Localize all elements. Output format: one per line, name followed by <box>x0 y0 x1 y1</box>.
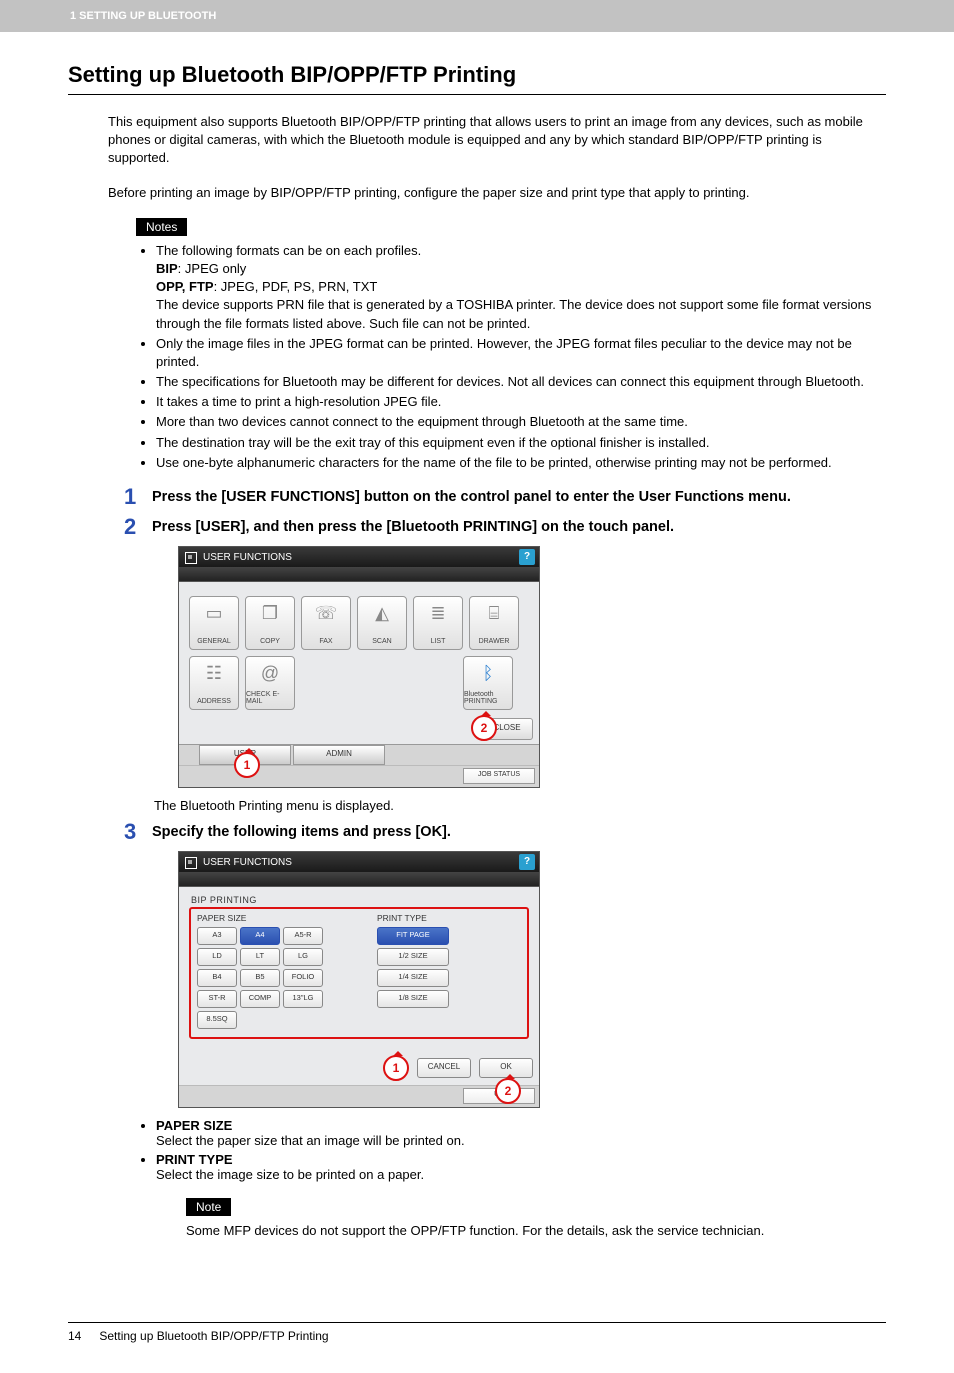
step-1: 1 Press the [USER FUNCTIONS] button on t… <box>124 486 886 508</box>
paper-size-85sq[interactable]: 8.5SQ <box>197 1011 237 1029</box>
printer-icon <box>185 552 197 564</box>
paper-size-comp[interactable]: COMP <box>240 990 280 1008</box>
note-1-line4: The device supports PRN file that is gen… <box>156 297 871 330</box>
print-type-fitpage[interactable]: FIT PAGE <box>377 927 449 945</box>
print-type-12size[interactable]: 1/2 SIZE <box>377 948 449 966</box>
callout-2: 2 <box>471 715 497 741</box>
paper-size-lg[interactable]: LG <box>283 948 323 966</box>
user-tab[interactable]: USER 1 <box>199 745 291 765</box>
bip-printing-label: BIP PRINTING <box>191 895 531 905</box>
step-3: 3 Specify the following items and press … <box>124 821 886 843</box>
print-type-desc: Select the image size to be printed on a… <box>156 1167 424 1182</box>
user-functions-panel-2: USER FUNCTIONS ? BIP PRINTING PAPER SIZE… <box>178 851 540 1108</box>
intro-paragraph-1: This equipment also supports Bluetooth B… <box>108 113 886 168</box>
panel1-titlebar: USER FUNCTIONS ? <box>179 547 539 567</box>
print-type-18size[interactable]: 1/8 SIZE <box>377 990 449 1008</box>
check-email-button[interactable]: @CHECK E-MAIL <box>245 656 295 710</box>
paper-size-str[interactable]: ST-R <box>197 990 237 1008</box>
note-body: Some MFP devices do not support the OPP/… <box>186 1222 886 1240</box>
note-5: More than two devices cannot connect to … <box>156 413 886 431</box>
note-2: Only the image files in the JPEG format … <box>156 335 886 371</box>
print-type-label: PRINT TYPE <box>377 913 477 923</box>
page-title: Setting up Bluetooth BIP/OPP/FTP Printin… <box>68 62 886 95</box>
help-icon[interactable]: ? <box>519 549 535 565</box>
panel1-title: USER FUNCTIONS <box>203 552 292 563</box>
page-footer: 14 Setting up Bluetooth BIP/OPP/FTP Prin… <box>0 1329 954 1373</box>
footer-title: Setting up Bluetooth BIP/OPP/FTP Printin… <box>99 1329 328 1343</box>
note-heading: Note <box>186 1198 231 1216</box>
note-3: The specifications for Bluetooth may be … <box>156 373 886 391</box>
paper-size-b4[interactable]: B4 <box>197 969 237 987</box>
option-descriptions: PAPER SIZE Select the paper size that an… <box>136 1118 886 1182</box>
header-bar: 1 SETTING UP BLUETOOTH <box>0 0 954 32</box>
step-3-text: Specify the following items and press [O… <box>152 821 451 841</box>
note-1-bip-rest: : JPEG only <box>178 261 247 276</box>
user-functions-panel-1: USER FUNCTIONS ? ▭GENERAL ❐COPY ☏FAX ◭SC… <box>178 546 540 788</box>
note-1-line1: The following formats can be on each pro… <box>156 243 421 258</box>
paper-size-heading: PAPER SIZE <box>156 1118 232 1133</box>
breadcrumb: 1 SETTING UP BLUETOOTH <box>70 10 216 22</box>
callout-2b: 2 <box>495 1078 521 1104</box>
step-2: 2 Press [USER], and then press the [Blue… <box>124 516 886 538</box>
step-2-result: The Bluetooth Printing menu is displayed… <box>154 798 886 813</box>
print-type-14size[interactable]: 1/4 SIZE <box>377 969 449 987</box>
paper-size-a5r[interactable]: A5-R <box>283 927 323 945</box>
note-1-bip-bold: BIP <box>156 261 178 276</box>
callout-1b: 1 <box>383 1055 409 1081</box>
admin-tab[interactable]: ADMIN <box>293 745 385 765</box>
paper-size-b5[interactable]: B5 <box>240 969 280 987</box>
fax-button[interactable]: ☏FAX <box>301 596 351 650</box>
scan-button[interactable]: ◭SCAN <box>357 596 407 650</box>
cancel-button[interactable]: CANCEL <box>417 1058 471 1078</box>
note-7: Use one-byte alphanumeric characters for… <box>156 454 886 472</box>
panel2-title: USER FUNCTIONS <box>203 857 292 868</box>
paper-size-a3[interactable]: A3 <box>197 927 237 945</box>
step-1-number: 1 <box>124 486 152 508</box>
intro-paragraph-2: Before printing an image by BIP/OPP/FTP … <box>108 184 886 202</box>
copy-button[interactable]: ❐COPY <box>245 596 295 650</box>
general-button[interactable]: ▭GENERAL <box>189 596 239 650</box>
note-4: It takes a time to print a high-resoluti… <box>156 393 886 411</box>
paper-size-ld[interactable]: LD <box>197 948 237 966</box>
note-1-opp-bold: OPP, FTP <box>156 279 214 294</box>
note-1-opp-rest: : JPEG, PDF, PS, PRN, TXT <box>214 279 378 294</box>
panel2-titlebar: USER FUNCTIONS ? <box>179 852 539 872</box>
printer-icon <box>185 857 197 869</box>
print-type-heading: PRINT TYPE <box>156 1152 233 1167</box>
paper-size-a4[interactable]: A4 <box>240 927 280 945</box>
callout-1: 1 <box>234 752 260 778</box>
job-status-button[interactable]: JOB STATUS <box>463 768 535 784</box>
notes-heading: Notes <box>136 218 187 236</box>
page-number: 14 <box>68 1329 81 1343</box>
address-button[interactable]: ☷ADDRESS <box>189 656 239 710</box>
step-1-text: Press the [USER FUNCTIONS] button on the… <box>152 486 791 506</box>
paper-size-desc: Select the paper size that an image will… <box>156 1133 465 1148</box>
note-6: The destination tray will be the exit tr… <box>156 434 886 452</box>
drawer-button[interactable]: ⌸DRAWER <box>469 596 519 650</box>
paper-size-lt[interactable]: LT <box>240 948 280 966</box>
step-3-number: 3 <box>124 821 152 843</box>
step-2-number: 2 <box>124 516 152 538</box>
options-frame: PAPER SIZE A3A4A5-R LDLTLG B4B5FOLIO ST-RCO… <box>189 907 529 1039</box>
paper-size-folio[interactable]: FOLIO <box>283 969 323 987</box>
list-button[interactable]: ≣LIST <box>413 596 463 650</box>
bluetooth-printing-button[interactable]: ᛒBluetooth PRINTING <box>463 656 513 710</box>
paper-size-13lg[interactable]: 13"LG <box>283 990 323 1008</box>
paper-size-label: PAPER SIZE <box>197 913 347 923</box>
notes-list: The following formats can be on each pro… <box>136 242 886 472</box>
step-2-text: Press [USER], and then press the [Blueto… <box>152 516 674 536</box>
help-icon[interactable]: ? <box>519 854 535 870</box>
